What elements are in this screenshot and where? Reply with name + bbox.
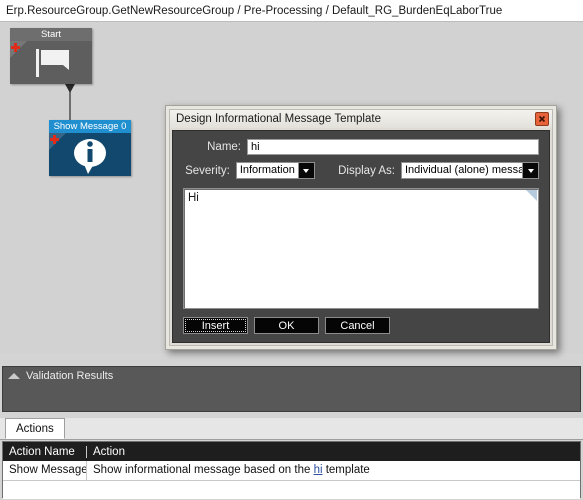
workflow-node-start[interactable]: Start <box>10 28 92 84</box>
dialog-title: Design Informational Message Template <box>176 113 381 125</box>
validation-results-title: Validation Results <box>26 370 114 382</box>
node-title: Show Message 0 <box>49 120 131 133</box>
breadcrumb: Erp.ResourceGroup.GetNewResourceGroup / … <box>6 4 503 17</box>
name-label: Name: <box>207 141 241 153</box>
dialog-inner: Design Informational Message Template Na… <box>169 109 553 346</box>
insert-button[interactable]: Insert <box>183 317 248 334</box>
display-as-dropdown[interactable]: Individual (alone) message <box>401 162 539 179</box>
action-text-suffix: template <box>322 464 370 476</box>
dialog-titlebar[interactable]: Design Informational Message Template <box>170 110 552 128</box>
node-title: Start <box>10 28 92 41</box>
cell-action-name: Show Message 0 <box>3 461 87 480</box>
chevron-up-icon[interactable] <box>8 373 20 379</box>
grid-header-row: Action Name Action <box>3 442 580 461</box>
template-link[interactable]: hi <box>314 464 323 476</box>
tab-actions[interactable]: Actions <box>5 418 65 439</box>
tab-strip: Actions <box>0 418 583 440</box>
plus-badge-icon <box>10 41 27 58</box>
display-as-value: Individual (alone) message <box>402 163 522 178</box>
actions-grid: Action Name Action Show Message 0 Show i… <box>2 441 581 499</box>
plus-badge-icon <box>49 133 66 150</box>
close-icon[interactable] <box>535 112 549 126</box>
column-header-action: Action <box>93 445 125 458</box>
dialog-button-bar: Insert OK Cancel <box>183 309 539 334</box>
node-body <box>10 41 92 84</box>
grid-empty-area <box>3 481 580 499</box>
action-text-prefix: Show informational message based on the <box>93 464 314 476</box>
validation-results-panel: Validation Results <box>2 366 581 412</box>
message-body-wrapper <box>183 188 539 309</box>
name-row: Name: <box>183 139 539 155</box>
workflow-node-show-message[interactable]: Show Message 0 <box>49 120 131 176</box>
validation-results-header[interactable]: Validation Results <box>3 367 580 385</box>
breadcrumb-bar: Erp.ResourceGroup.GetNewResourceGroup / … <box>0 0 583 22</box>
dialog-content: Name: Severity: Information Display As: … <box>172 130 550 343</box>
message-body-input[interactable] <box>184 189 538 308</box>
severity-dropdown[interactable]: Information <box>235 162 315 179</box>
node-body <box>49 133 131 176</box>
severity-display-row: Severity: Information Display As: Indivi… <box>183 162 539 179</box>
design-message-template-dialog: Design Informational Message Template Na… <box>165 105 557 350</box>
cell-action-description: Show informational message based on the … <box>87 461 580 480</box>
cancel-button[interactable]: Cancel <box>325 317 390 334</box>
ok-button[interactable]: OK <box>254 317 319 334</box>
display-as-label: Display As: <box>338 164 395 177</box>
severity-value: Information <box>236 163 298 178</box>
table-row[interactable]: Show Message 0 Show informational messag… <box>3 461 580 481</box>
chevron-down-icon[interactable] <box>297 163 314 178</box>
column-header-action-name: Action Name <box>3 445 87 458</box>
severity-label: Severity: <box>185 164 230 177</box>
name-field[interactable] <box>247 139 539 155</box>
chevron-down-icon[interactable] <box>522 163 538 178</box>
